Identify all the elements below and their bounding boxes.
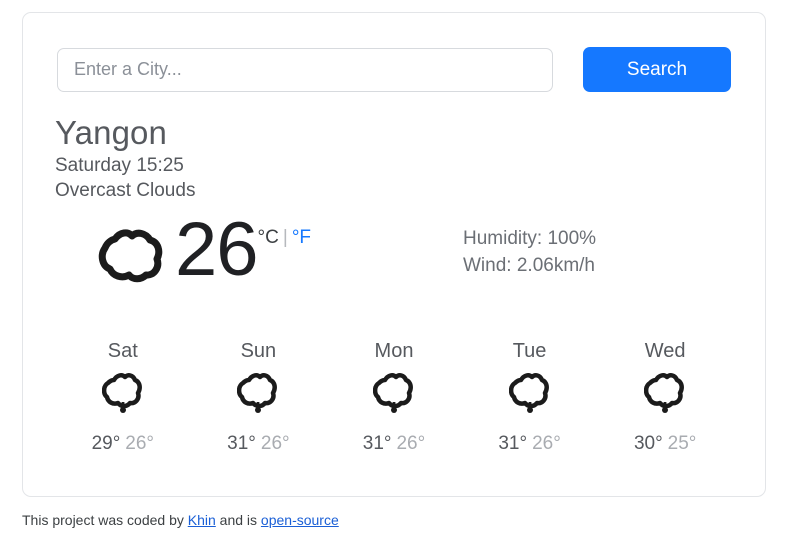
forecast-temps: 29° 26° — [55, 432, 191, 456]
cloud-icon — [191, 368, 327, 420]
forecast-high: 31° — [498, 433, 528, 454]
search-row: Search — [57, 47, 731, 92]
footer-text-middle: and is — [215, 512, 261, 528]
forecast-temps: 31° 26° — [462, 432, 598, 456]
forecast-day: Wed 30° 25° — [597, 338, 733, 456]
forecast-day: Tue 31° 26° — [462, 338, 598, 456]
cloud-icon — [326, 368, 462, 420]
forecast-day-label: Mon — [374, 340, 414, 362]
forecast-temps: 31° 26° — [326, 432, 462, 456]
forecast-day: Mon 31° 26° — [326, 338, 462, 456]
forecast-low: 25° — [667, 433, 697, 454]
current-details: Humidity: 100% Wind: 2.06km/h — [463, 225, 596, 279]
footer: This project was coded by Khin and is op… — [22, 512, 339, 528]
forecast-high: 30° — [633, 433, 663, 454]
forecast-day-label: Wed — [644, 340, 686, 362]
unit-toggle: °C | °F — [258, 227, 311, 249]
forecast-day-label: Sun — [240, 340, 277, 362]
city-info: Yangon Saturday 15:25 Overcast Clouds — [55, 113, 195, 203]
city-name: Yangon — [55, 114, 167, 151]
current-datetime: Saturday 15:25 — [55, 155, 184, 176]
forecast-day: Sat 29° 26° — [55, 338, 191, 456]
cloud-icon — [597, 368, 733, 420]
forecast-day-label: Tue — [512, 340, 547, 362]
forecast-temps: 30° 25° — [597, 432, 733, 456]
search-input[interactable] — [57, 47, 553, 92]
weather-card: Search Yangon Saturday 15:25 Overcast Cl… — [22, 12, 766, 497]
author-link[interactable]: Khin — [188, 512, 216, 528]
forecast-day-label: Sat — [107, 340, 138, 362]
forecast-high: 31° — [362, 433, 392, 454]
current-conditions: 26 °C | °F Humidity: 100% Wind: 2.06km/h — [55, 207, 731, 292]
footer-text-before: This project was coded by — [22, 512, 188, 528]
cloud-icon — [462, 368, 598, 420]
cloud-icon — [55, 368, 191, 420]
forecast-day: Sun 31° 26° — [191, 338, 327, 456]
forecast-high: 29° — [91, 433, 121, 454]
forecast-low: 26° — [532, 433, 561, 454]
open-source-link[interactable]: open-source — [261, 512, 339, 528]
current-temperature: 26 — [175, 207, 259, 292]
forecast-low: 26° — [125, 433, 155, 454]
current-temperature-group: 26 °C | °F — [55, 207, 385, 292]
forecast-temps: 31° 26° — [191, 432, 327, 456]
forecast-row: Sat 29° 26° Sun 31° 26° Mon 31° 26° Tue … — [55, 338, 733, 456]
forecast-low: 26° — [396, 433, 426, 454]
humidity-value: Humidity: 100% — [463, 228, 597, 249]
unit-celsius[interactable]: °C — [258, 227, 279, 248]
unit-fahrenheit[interactable]: °F — [292, 227, 311, 248]
cloud-icon — [97, 229, 165, 288]
forecast-low: 26° — [260, 433, 290, 454]
current-condition: Overcast Clouds — [55, 180, 196, 201]
unit-separator: | — [282, 227, 288, 248]
forecast-high: 31° — [227, 433, 256, 454]
wind-value: Wind: 2.06km/h — [463, 255, 595, 276]
search-button[interactable]: Search — [583, 47, 731, 92]
